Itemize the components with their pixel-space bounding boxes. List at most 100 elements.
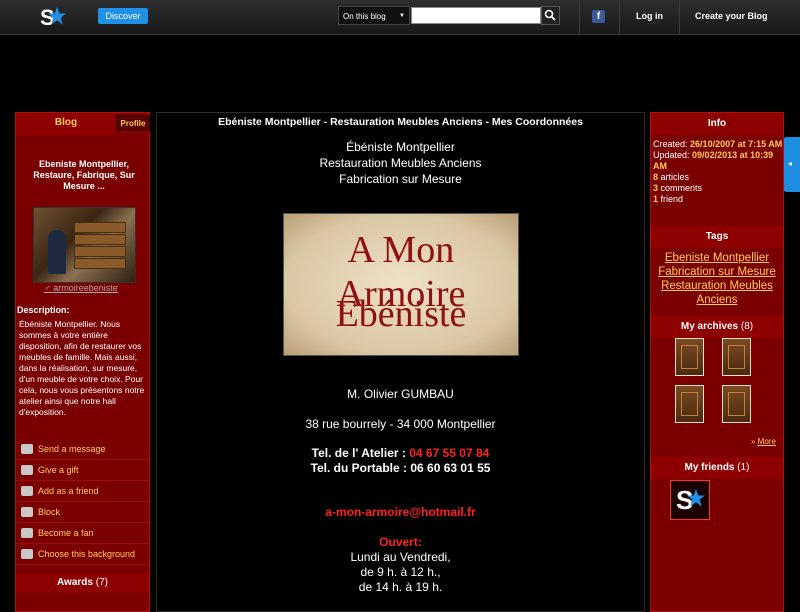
archive-thumbnail[interactable] xyxy=(675,385,704,423)
search-scope-label: On this blog xyxy=(343,12,386,21)
facebook-icon[interactable]: f xyxy=(592,10,605,23)
action-label: Add as a friend xyxy=(38,486,99,496)
info-sidebar: Info Created: 26/10/2007 at 7:15 AM Upda… xyxy=(650,112,784,612)
opening-hours: Lundi au Vendredi, de 9 h. à 12 h., de 1… xyxy=(157,550,644,595)
skyrock-logo-icon: S xyxy=(676,485,705,515)
archive-thumbnail[interactable] xyxy=(722,338,751,376)
count-label: articles xyxy=(660,172,690,182)
svg-text:S: S xyxy=(40,5,55,30)
awards-header: Awards (7) xyxy=(16,573,149,593)
comment-count[interactable]: 3 comments xyxy=(653,183,785,194)
heading-line: Ébéniste Montpellier xyxy=(346,140,455,154)
archive-thumbnail[interactable] xyxy=(675,338,704,376)
profile-sidebar: Blog Profile Ebeniste Montpellier, Resta… xyxy=(15,112,150,612)
description-label: Description: xyxy=(17,305,70,315)
username-label: armoireebeniste xyxy=(53,283,118,293)
archive-thumbnail[interactable] xyxy=(722,385,751,423)
action-list: Send a message Give a gift Add as a frie… xyxy=(16,439,149,565)
info-label: Updated: xyxy=(653,150,690,160)
block-button[interactable]: Block xyxy=(16,502,149,523)
count-value: 8 xyxy=(653,172,659,182)
friends-label: My friends xyxy=(684,462,735,473)
heading-line: Fabrication sur Mesure xyxy=(339,172,462,186)
article-title[interactable]: Ebéniste Montpellier - Restauration Meub… xyxy=(157,116,644,128)
info-value: 26/10/2007 at 7:15 AM xyxy=(690,139,783,149)
search-input[interactable] xyxy=(411,7,541,24)
hours-line: de 14 h. à 19 h. xyxy=(358,580,443,594)
tag-link[interactable]: Fabrication sur Mesure xyxy=(651,265,783,279)
opening-label: Ouvert: xyxy=(379,535,422,549)
awards-count: (7) xyxy=(95,577,108,588)
action-label: Become a fan xyxy=(38,528,94,538)
email-link[interactable]: a-mon-armoire@hotmail.fr xyxy=(157,505,644,519)
search-scope-select[interactable]: On this blog ▼ xyxy=(338,6,410,25)
brush-icon xyxy=(21,549,33,559)
count-value: 3 xyxy=(653,183,659,193)
count-label: friend xyxy=(660,194,684,204)
article-count[interactable]: 8 articles xyxy=(653,172,785,183)
tab-blog[interactable]: Blog xyxy=(16,113,116,135)
count-value: 1 xyxy=(653,194,659,204)
friends-header: My friends (1) xyxy=(651,457,783,479)
chevron-down-icon: ▼ xyxy=(399,13,405,19)
top-navigation-bar: S Discover On this blog ▼ f Log in Create… xyxy=(0,0,800,35)
blog-title: Ebeniste Montpellier, Restaure, Fabrique… xyxy=(33,159,135,191)
phone-label: Tel. de l' Atelier : xyxy=(311,446,406,460)
send-message-button[interactable]: Send a message xyxy=(16,439,149,460)
skyrock-logo-icon[interactable]: S xyxy=(38,4,68,30)
banner-text: Ebéniste xyxy=(335,293,467,335)
hours-line: Lundi au Vendredi, xyxy=(350,550,451,564)
info-header: Info xyxy=(651,113,783,135)
create-blog-link[interactable]: Create your Blog xyxy=(695,11,768,21)
become-fan-button[interactable]: Become a fan xyxy=(16,523,149,544)
tag-link[interactable]: Restauration Meubles xyxy=(651,279,783,293)
hours-line: de 9 h. à 12 h., xyxy=(360,565,441,579)
discover-button[interactable]: Discover xyxy=(98,8,148,24)
article-heading: Ébéniste Montpellier Restauration Meuble… xyxy=(157,139,644,187)
login-link[interactable]: Log in xyxy=(636,11,663,21)
friend-count[interactable]: 1 friend xyxy=(653,194,785,205)
phone-number[interactable]: 04 67 55 07 84 xyxy=(409,446,489,460)
user-icon: ♂ xyxy=(44,283,54,293)
blog-info: Created: 26/10/2007 at 7:15 AM Updated: … xyxy=(653,139,785,205)
address: 38 rue bourrely - 34 000 Montpellier xyxy=(305,417,496,431)
chevron-left-icon: ◂ xyxy=(788,159,793,168)
friend-avatar[interactable]: S xyxy=(670,480,710,520)
info-label: Created: xyxy=(653,139,688,149)
divider xyxy=(619,0,620,34)
photo-detail xyxy=(74,246,126,257)
more-archives-link[interactable]: » More xyxy=(751,437,776,446)
updated-date: Updated: 09/02/2013 at 10:39 AM xyxy=(653,150,785,172)
archives-count: (8) xyxy=(740,321,754,332)
username-link[interactable]: ♂ armoireebeniste xyxy=(44,283,144,293)
svg-text:S: S xyxy=(676,485,693,515)
photo-detail xyxy=(74,222,126,233)
action-label: Choose this background xyxy=(38,549,136,559)
tag-link[interactable]: Ebeniste Montpellier xyxy=(651,251,783,265)
owner-name: M. Olivier GUMBAU xyxy=(347,387,454,401)
phone-mobile: Tel. du Portable : 06 60 63 01 55 xyxy=(310,461,491,475)
archives-label: My archives xyxy=(680,321,739,332)
action-label: Give a gift xyxy=(38,465,79,475)
tab-profile[interactable]: Profile xyxy=(116,115,150,131)
give-gift-button[interactable]: Give a gift xyxy=(16,460,149,481)
add-friend-button[interactable]: Add as a friend xyxy=(16,481,149,502)
divider xyxy=(679,0,680,34)
gift-icon xyxy=(21,465,33,475)
created-date: Created: 26/10/2007 at 7:15 AM xyxy=(653,139,785,150)
heading-line: Restauration Meubles Anciens xyxy=(319,156,482,170)
article-content: Ebéniste Montpellier - Restauration Meub… xyxy=(156,112,645,612)
choose-background-button[interactable]: Choose this background xyxy=(16,544,149,565)
block-user-icon xyxy=(21,507,33,517)
logo-banner-image: A Mon Armoire Ebéniste xyxy=(283,213,519,356)
friends-count: (1) xyxy=(737,462,750,473)
tag-link[interactable]: Anciens xyxy=(651,293,783,307)
fan-user-icon xyxy=(21,528,33,538)
photo-detail xyxy=(74,234,126,245)
search-button[interactable] xyxy=(541,6,560,25)
photo-detail xyxy=(48,230,66,274)
tag-list: Ebeniste Montpellier Fabrication sur Mes… xyxy=(651,251,783,307)
phone-atelier: Tel. de l' Atelier : 04 67 55 07 84 xyxy=(157,446,644,460)
search-icon xyxy=(544,9,556,21)
avatar[interactable] xyxy=(33,207,136,283)
